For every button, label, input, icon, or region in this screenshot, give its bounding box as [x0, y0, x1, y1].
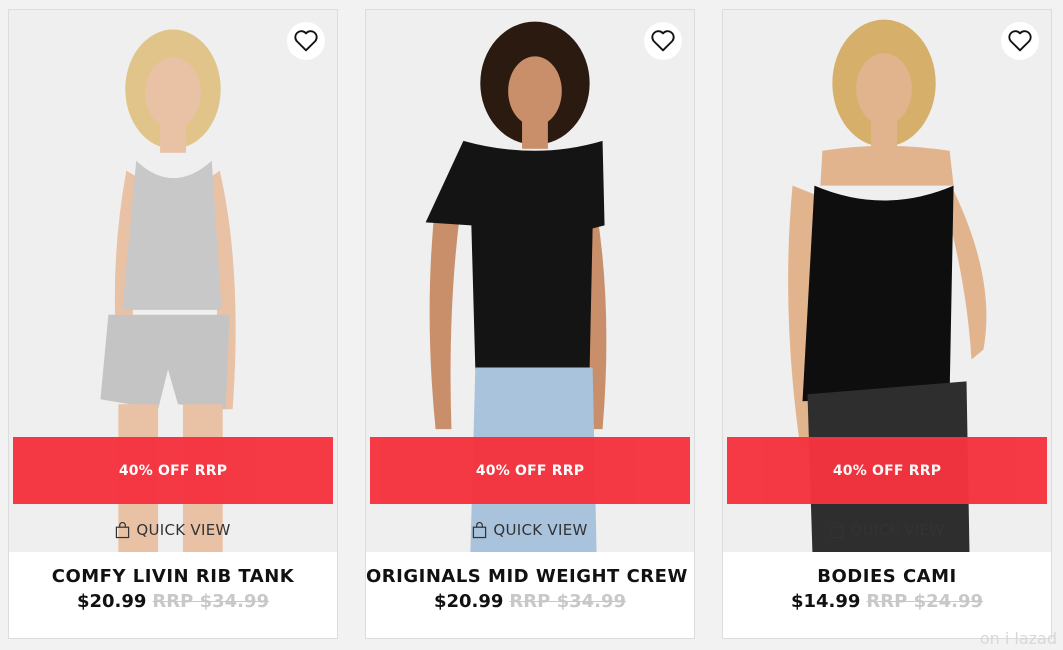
- quick-view-button[interactable]: QUICK VIEW: [723, 512, 1051, 548]
- discount-banner: 40% OFF RRP: [13, 437, 333, 504]
- product-info: ORIGINALS MID WEIGHT CREW TEE $20.99RRP …: [366, 566, 694, 612]
- product-grid: 40% OFF RRP QUICK VIEW COMFY LIVIN RIB T…: [0, 0, 1063, 650]
- rrp-price: RRP $34.99: [509, 591, 627, 612]
- rrp-price: RRP $34.99: [152, 591, 270, 612]
- product-card[interactable]: 40% OFF RRP QUICK VIEW BODIES CAMI $14.9…: [722, 9, 1052, 639]
- price-row: $14.99 RRP $24.99: [723, 591, 1051, 612]
- sale-price: $20.99: [76, 591, 147, 612]
- shopping-bag-icon: [473, 521, 487, 538]
- discount-banner: 40% OFF RRP: [727, 437, 1047, 504]
- product-card[interactable]: 40% OFF RRP QUICK VIEW ORIGINALS MID WEI…: [365, 9, 695, 639]
- product-info: COMFY LIVIN RIB TANK $20.99 RRP $34.99: [9, 566, 337, 612]
- face: [145, 57, 201, 129]
- product-name[interactable]: BODIES CAMI: [723, 566, 1051, 587]
- product-card[interactable]: 40% OFF RRP QUICK VIEW COMFY LIVIN RIB T…: [8, 9, 338, 639]
- wishlist-heart-button[interactable]: [287, 22, 325, 60]
- shopping-bag-icon: [830, 521, 844, 538]
- cami-top: [802, 185, 954, 402]
- product-info: BODIES CAMI $14.99 RRP $24.99: [723, 566, 1051, 612]
- product-image[interactable]: 40% OFF RRP QUICK VIEW: [366, 10, 694, 552]
- sale-price: $20.99: [433, 591, 504, 612]
- product-name[interactable]: COMFY LIVIN RIB TANK: [9, 566, 337, 587]
- heart-icon: [294, 30, 318, 52]
- product-name[interactable]: ORIGINALS MID WEIGHT CREW TEE: [366, 566, 694, 587]
- wishlist-heart-button[interactable]: [1001, 22, 1039, 60]
- watermark-text: on i lazad: [979, 629, 1057, 648]
- price-row: $20.99 RRP $34.99: [366, 591, 694, 612]
- sale-price: $14.99: [790, 591, 861, 612]
- shorts: [100, 314, 230, 410]
- quick-view-label: QUICK VIEW: [850, 521, 945, 539]
- product-image[interactable]: 40% OFF RRP QUICK VIEW: [723, 10, 1051, 552]
- tank-top: [122, 160, 222, 310]
- wishlist-heart-button[interactable]: [644, 22, 682, 60]
- face: [508, 56, 562, 126]
- face: [856, 53, 912, 125]
- quick-view-button[interactable]: QUICK VIEW: [366, 512, 694, 548]
- quick-view-label: QUICK VIEW: [136, 521, 231, 539]
- product-image[interactable]: 40% OFF RRP QUICK VIEW: [9, 10, 337, 552]
- discount-banner: 40% OFF RRP: [370, 437, 690, 504]
- rrp-price: RRP $24.99: [866, 591, 984, 612]
- quick-view-label: QUICK VIEW: [493, 521, 588, 539]
- quick-view-button[interactable]: QUICK VIEW: [9, 512, 337, 548]
- price-row: $20.99 RRP $34.99: [9, 591, 337, 612]
- shopping-bag-icon: [116, 521, 130, 538]
- heart-icon: [651, 30, 675, 52]
- heart-icon: [1008, 30, 1032, 52]
